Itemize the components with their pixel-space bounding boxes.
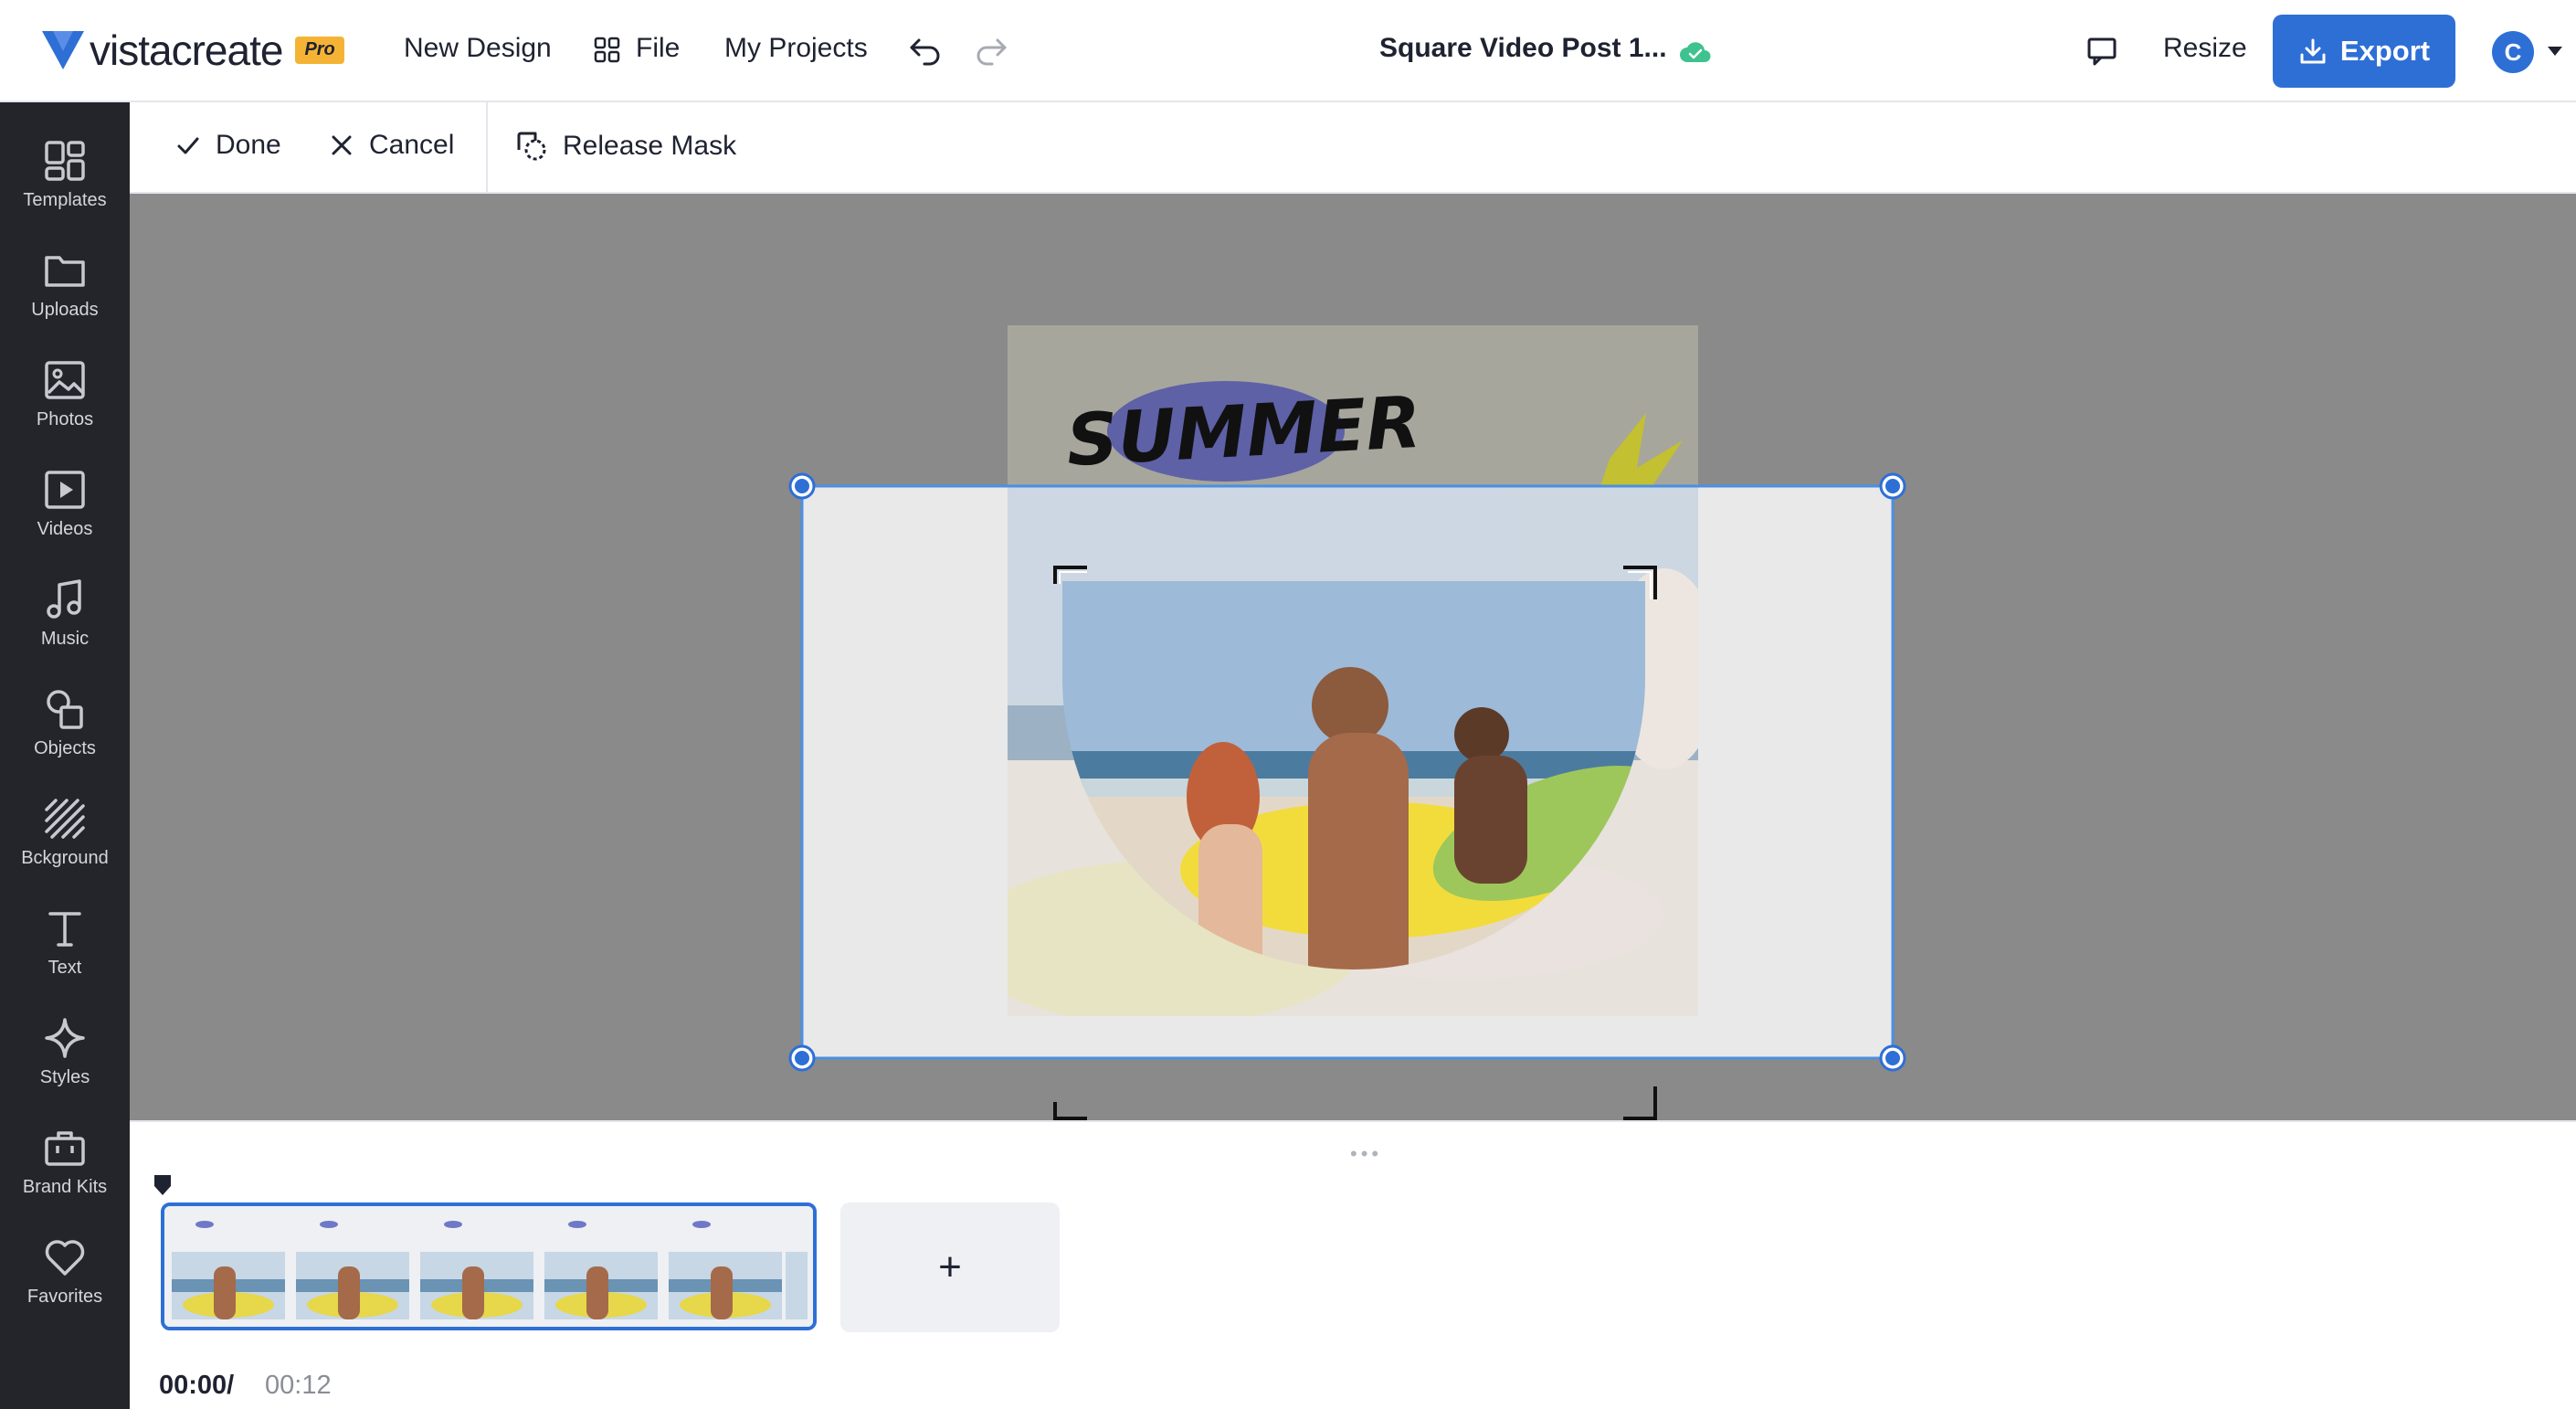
sidebar-item-favorites[interactable]: Favorites <box>0 1226 130 1327</box>
sidebar-item-label: Videos <box>37 519 93 539</box>
music-icon <box>47 579 81 619</box>
download-icon <box>2300 38 2326 64</box>
add-clip-button[interactable]: + <box>840 1202 1060 1332</box>
grid-icon <box>594 37 620 63</box>
shapes-icon <box>47 690 83 729</box>
sidebar-item-background[interactable]: Bckground <box>0 788 130 888</box>
sidebar-item-text[interactable]: Text <box>0 897 130 998</box>
mask-toolbar: Done Cancel Release Mask <box>130 102 2576 194</box>
sidebar-item-label: Uploads <box>31 300 99 320</box>
sidebar-item-label: Templates <box>23 190 107 210</box>
sidebar-item-videos[interactable]: Videos <box>0 459 130 559</box>
chevron-down-icon[interactable] <box>2547 46 2563 57</box>
release-mask-icon <box>517 132 546 161</box>
sidebar-item-templates[interactable]: Templates <box>0 130 130 230</box>
left-sidebar: Templates Uploads Photos Videos Music Ob… <box>0 102 130 1409</box>
sidebar-item-photos[interactable]: Photos <box>0 349 130 450</box>
timeline-resize-handle[interactable]: ••• <box>1350 1142 1382 1166</box>
sidebar-item-objects[interactable]: Objects <box>0 678 130 779</box>
editor-app: vistacreate Pro New Design File My Proje… <box>0 0 2576 1409</box>
sidebar-item-label: Favorites <box>26 1287 103 1307</box>
avatar[interactable]: C <box>2492 31 2534 73</box>
redo-icon[interactable] <box>974 35 1008 66</box>
briefcase-icon <box>45 1131 85 1166</box>
templates-icon <box>45 141 85 181</box>
sidebar-item-styles[interactable]: Styles <box>0 1007 130 1107</box>
cloud-saved-icon <box>1680 42 1711 62</box>
sidebar-item-label: Brand Kits <box>22 1177 108 1197</box>
undo-icon[interactable] <box>908 35 943 66</box>
canvas-area: SUMMER <box>130 194 2576 1120</box>
cancel-button[interactable]: Cancel <box>329 130 454 161</box>
export-label: Export <box>2339 35 2431 67</box>
background-icon <box>45 799 85 839</box>
document-title[interactable]: Square Video Post 1... <box>1379 33 1667 64</box>
done-label: Done <box>216 130 281 160</box>
clip-thumbnails <box>164 1206 813 1327</box>
sidebar-item-brand-kits[interactable]: Brand Kits <box>0 1117 130 1217</box>
my-projects-button[interactable]: My Projects <box>724 33 868 64</box>
resize-button[interactable]: Resize <box>2163 33 2247 64</box>
export-button[interactable]: Export <box>2273 15 2455 88</box>
done-button[interactable]: Done <box>175 130 281 161</box>
release-mask-button[interactable]: Release Mask <box>515 130 736 163</box>
release-mask-label: Release Mask <box>563 131 737 161</box>
sidebar-item-uploads[interactable]: Uploads <box>0 239 130 340</box>
sidebar-item-label: Objects <box>34 738 96 758</box>
sidebar-item-music[interactable]: Music <box>0 568 130 669</box>
new-design-button[interactable]: New Design <box>404 33 552 64</box>
current-time: 00:00/ <box>159 1371 235 1400</box>
sparkle-icon <box>45 1018 85 1058</box>
logo-text: vistacreate <box>90 26 283 74</box>
heart-icon <box>45 1240 85 1276</box>
close-icon <box>332 135 352 155</box>
text-icon <box>48 912 81 947</box>
folder-icon <box>45 256 85 287</box>
sidebar-item-label: Music <box>40 629 90 649</box>
design-stage: SUMMER <box>788 325 1906 1120</box>
sidebar-item-label: Photos <box>36 409 94 429</box>
sidebar-item-label: Styles <box>39 1067 90 1087</box>
file-menu-button[interactable]: File <box>636 33 680 64</box>
playhead-marker[interactable] <box>153 1173 173 1201</box>
sidebar-item-label: Text <box>48 958 82 978</box>
vistacreate-logo[interactable]: vistacreate Pro <box>40 26 344 75</box>
check-icon <box>177 137 199 154</box>
cancel-label: Cancel <box>369 130 455 160</box>
timeline-panel: ••• + 00:00/ 00:12 <box>130 1120 2576 1409</box>
total-duration: 00:12 <box>265 1371 332 1400</box>
image-icon <box>45 361 85 399</box>
vistacreate-logo-icon <box>42 31 84 69</box>
sidebar-item-label: Bckground <box>21 848 109 868</box>
pro-badge: Pro <box>295 37 344 64</box>
video-clip-track[interactable] <box>161 1202 817 1330</box>
toolbar-divider <box>486 102 488 194</box>
comment-icon[interactable] <box>2086 35 2117 66</box>
top-bar: vistacreate Pro New Design File My Proje… <box>0 0 2576 102</box>
video-icon <box>45 471 85 509</box>
